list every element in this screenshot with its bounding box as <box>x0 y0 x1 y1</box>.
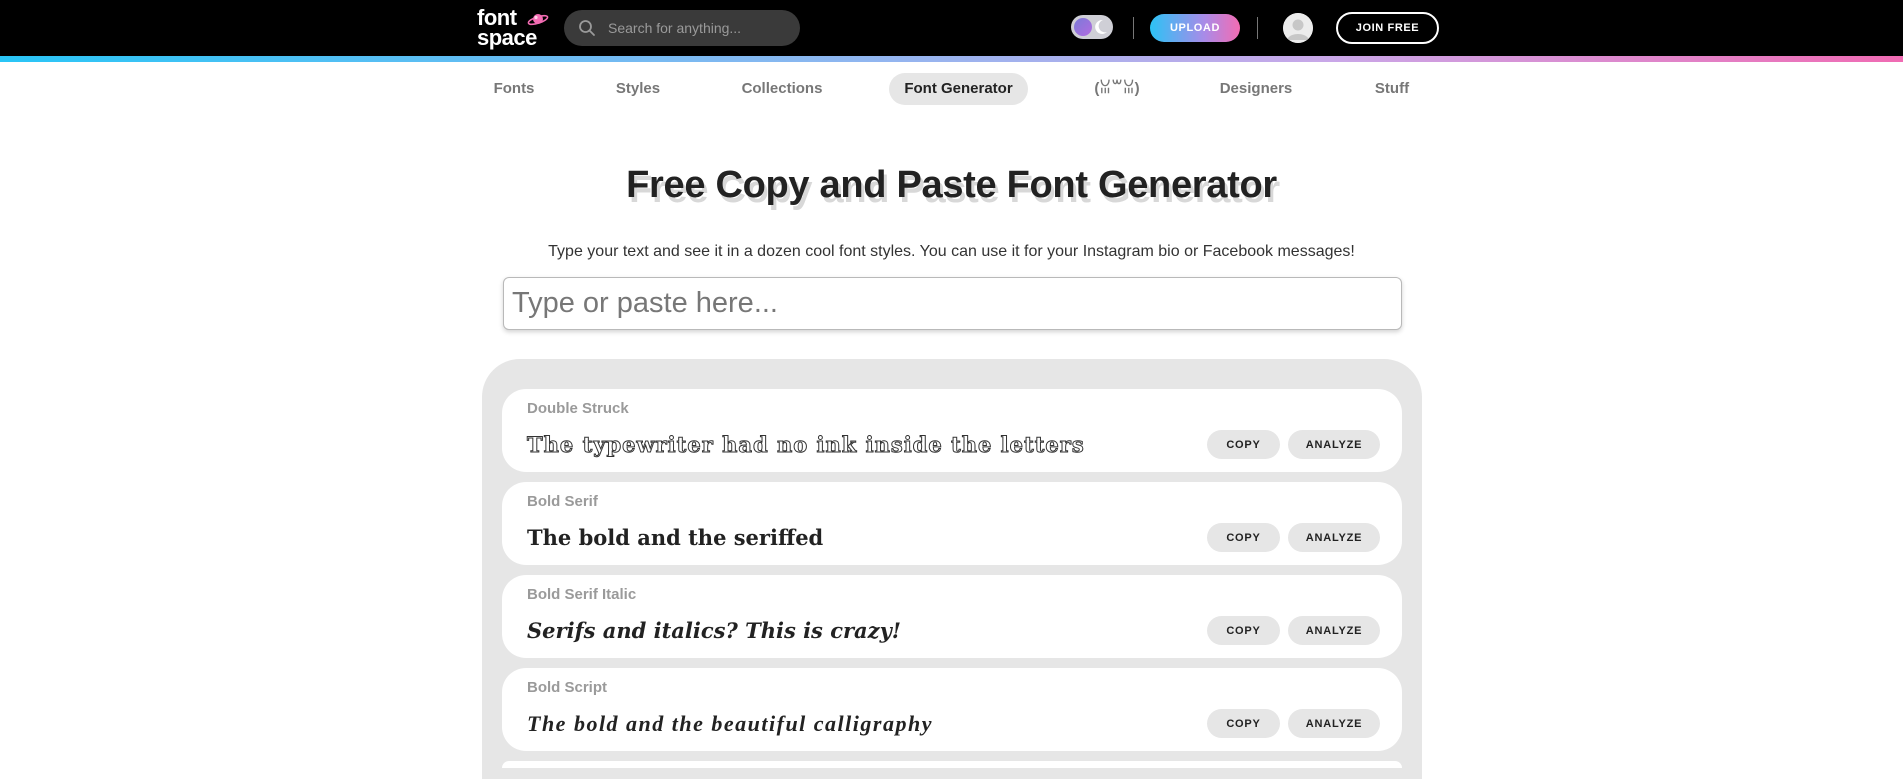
nav-item-stuff[interactable]: Stuff <box>1357 73 1427 105</box>
result-card-double-struck: Double Struck The typewriter had no ink … <box>502 389 1402 472</box>
moon-icon <box>1095 19 1107 34</box>
divider <box>1133 17 1134 39</box>
copy-button[interactable]: COPY <box>1207 523 1280 552</box>
analyze-button[interactable]: ANALYZE <box>1288 523 1380 552</box>
fontspace-logo[interactable]: font space <box>477 7 555 49</box>
style-name: Bold Serif Italic <box>527 586 637 603</box>
search-bar[interactable]: Search for anything... <box>564 10 800 46</box>
style-name: Bold Script <box>527 679 608 696</box>
sample-text: The bold and the seriffed <box>527 525 824 550</box>
sample-text: Serifs and italics? This is crazy! <box>527 618 901 643</box>
planet-icon <box>527 14 549 26</box>
upload-button[interactable]: UPLOAD <box>1150 14 1240 42</box>
join-free-button[interactable]: JOIN FREE <box>1336 12 1439 44</box>
result-card-bold-serif: Bold Serif The bold and the seriffed COP… <box>502 482 1402 565</box>
sample-text: The typewriter had no ink inside the let… <box>527 432 1085 458</box>
dark-mode-toggle[interactable] <box>1071 15 1113 39</box>
style-name: Bold Serif <box>527 493 598 510</box>
header-gradient-strip <box>0 56 1903 62</box>
style-name: Double Struck <box>527 400 629 417</box>
analyze-button[interactable]: ANALYZE <box>1288 709 1380 738</box>
result-card-bold-script: Bold Script The bold and the beautiful c… <box>502 668 1402 751</box>
toggle-knob <box>1074 18 1092 36</box>
nav-item-emoticons[interactable]: (ꈍ꒳ꈍ) <box>1083 73 1151 105</box>
divider <box>1257 17 1258 39</box>
text-input[interactable] <box>503 277 1402 330</box>
copy-button[interactable]: COPY <box>1207 616 1280 645</box>
avatar[interactable] <box>1283 13 1313 43</box>
result-card-partial <box>502 761 1402 768</box>
copy-button[interactable]: COPY <box>1207 430 1280 459</box>
nav-item-font-generator[interactable]: Font Generator <box>889 73 1028 105</box>
analyze-button[interactable]: ANALYZE <box>1288 430 1380 459</box>
result-card-bold-serif-italic: Bold Serif Italic Serifs and italics? Th… <box>502 575 1402 658</box>
search-icon <box>579 20 595 36</box>
user-icon <box>1283 13 1313 43</box>
top-bar: font space Search for anything... UPLOAD… <box>0 0 1903 56</box>
search-placeholder: Search for anything... <box>608 20 742 36</box>
nav-item-designers[interactable]: Designers <box>1210 73 1302 105</box>
sample-text: The bold and the beautiful calligraphy <box>527 711 933 736</box>
logo-text-line2: space <box>477 25 537 50</box>
nav-item-fonts[interactable]: Fonts <box>480 73 548 105</box>
page-subtitle: Type your text and see it in a dozen coo… <box>548 243 1355 260</box>
analyze-button[interactable]: ANALYZE <box>1288 616 1380 645</box>
copy-button[interactable]: COPY <box>1207 709 1280 738</box>
page-title: Free Copy and Paste Font Generator <box>626 164 1277 206</box>
nav-item-collections[interactable]: Collections <box>731 73 833 105</box>
nav-item-styles[interactable]: Styles <box>603 73 673 105</box>
